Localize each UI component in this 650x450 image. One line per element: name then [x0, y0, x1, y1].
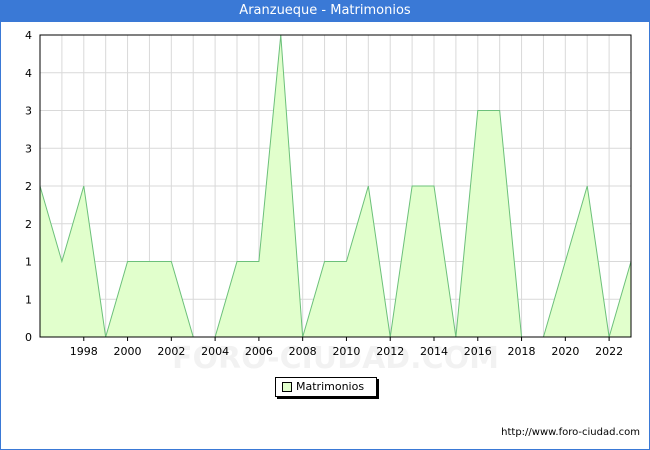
source-credit: http://www.foro-ciudad.com	[501, 427, 640, 438]
x-tick-label: 1998	[70, 345, 98, 358]
x-tick-label: 2016	[464, 345, 492, 358]
x-tick-label: 2020	[551, 345, 579, 358]
x-tick-label: 2008	[289, 345, 317, 358]
data-point	[498, 109, 501, 112]
x-tick-label: 2012	[376, 345, 404, 358]
legend: Matrimonios	[275, 377, 377, 397]
data-point	[345, 260, 348, 263]
data-point	[257, 260, 260, 263]
x-tick-label: 2004	[201, 345, 229, 358]
y-tick-label: 4	[25, 67, 32, 80]
y-tick-label: 2	[25, 218, 32, 231]
data-point	[433, 185, 436, 188]
x-tick-label: 2002	[157, 345, 185, 358]
data-point	[564, 260, 567, 263]
legend-swatch	[282, 382, 292, 392]
data-point	[367, 185, 370, 188]
data-point	[148, 260, 151, 263]
y-tick-label: 2	[25, 180, 32, 193]
data-point	[236, 260, 239, 263]
x-tick-label: 2022	[595, 345, 623, 358]
x-tick-label: 2010	[332, 345, 360, 358]
x-tick-label: 2014	[420, 345, 448, 358]
y-tick-label: 3	[25, 142, 32, 155]
y-tick-label: 4	[25, 29, 32, 42]
data-point	[82, 185, 85, 188]
data-point	[126, 260, 129, 263]
y-tick-label: 0	[25, 331, 32, 344]
data-point	[60, 260, 63, 263]
data-point	[586, 185, 589, 188]
y-tick-label: 3	[25, 105, 32, 118]
x-tick-label: 2018	[508, 345, 536, 358]
data-point	[411, 185, 414, 188]
x-tick-label: 2000	[114, 345, 142, 358]
data-point	[476, 109, 479, 112]
data-point	[170, 260, 173, 263]
y-tick-label: 1	[25, 293, 32, 306]
data-point	[323, 260, 326, 263]
legend-label: Matrimonios	[296, 380, 365, 393]
x-tick-label: 2006	[245, 345, 273, 358]
y-tick-label: 1	[25, 256, 32, 269]
